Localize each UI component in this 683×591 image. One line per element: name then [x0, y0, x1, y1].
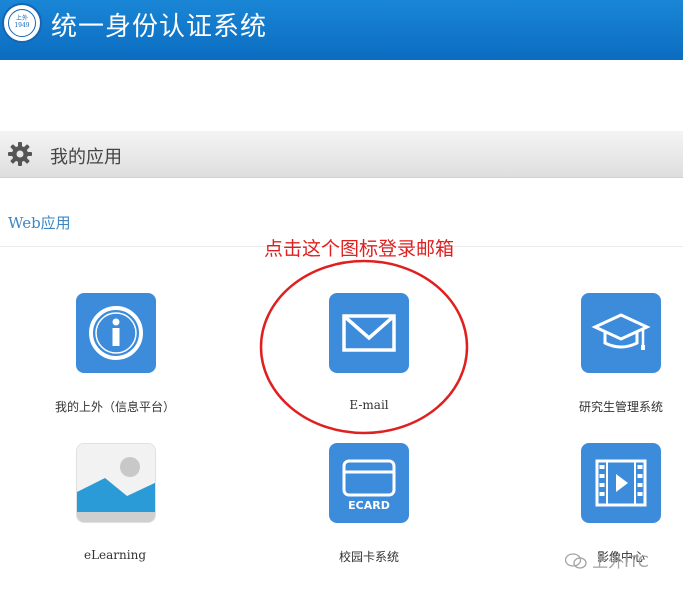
ecard-text: ECARD	[348, 499, 390, 512]
watermark-text: 上外ITC	[592, 552, 649, 571]
app-media-center-tile[interactable]	[581, 443, 661, 523]
section-title: 我的应用	[50, 147, 122, 168]
film-play-icon	[595, 459, 647, 507]
app-graduate-system-label[interactable]: 研究生管理系统	[551, 398, 683, 415]
app-elearning-label[interactable]: eLearning	[45, 548, 185, 562]
info-icon	[89, 306, 143, 360]
graduation-cap-icon	[591, 313, 651, 350]
page-title: 统一身份认证系统	[51, 12, 268, 42]
app-ecard-label[interactable]: 校园卡系统	[299, 548, 439, 565]
watermark: 上外ITC	[564, 548, 649, 572]
logo-name: 上外	[15, 15, 28, 22]
app-elearning-tile[interactable]	[76, 443, 156, 523]
gear-icon	[8, 142, 32, 166]
app-info-platform-tile[interactable]	[76, 293, 156, 373]
image-icon	[77, 444, 155, 522]
card-icon: ECARD	[342, 459, 396, 512]
annotation-text: 点击这个图标登录邮箱	[264, 238, 455, 260]
annotation-ellipse	[259, 259, 469, 435]
web-apps-heading: Web应用	[8, 214, 71, 232]
logo-year: 1949	[14, 22, 30, 29]
app-graduate-system-tile[interactable]	[581, 293, 661, 373]
top-header: 上外 1949 统一身份认证系统	[0, 0, 683, 60]
app-ecard-tile[interactable]: ECARD	[329, 443, 409, 523]
app-info-platform-label[interactable]: 我的上外（信息平台）	[45, 398, 185, 415]
university-logo: 上外 1949	[2, 3, 42, 43]
wechat-icon	[564, 553, 587, 569]
